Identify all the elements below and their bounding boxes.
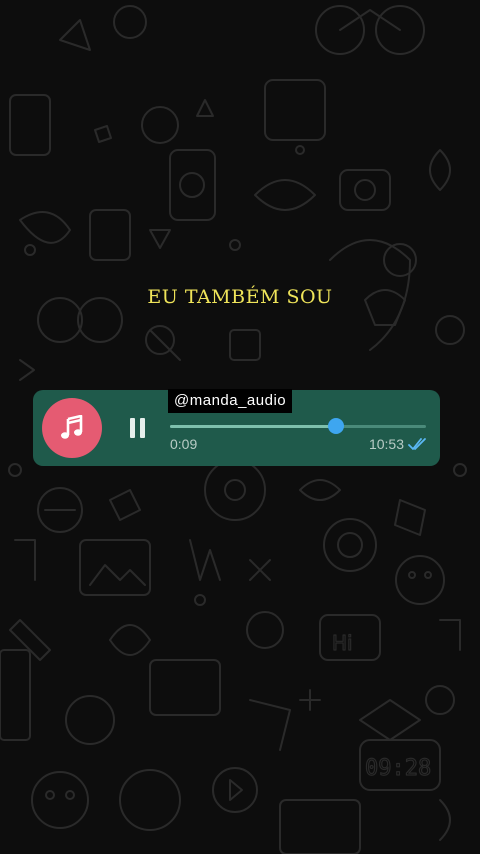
audio-progress-track[interactable] [170, 418, 426, 434]
music-note-icon [61, 415, 83, 439]
pause-icon [130, 418, 145, 438]
double-check-read-icon [408, 438, 426, 450]
audio-progress-fill [170, 425, 337, 428]
story-screen: Hi 09:28 EU TAMBÉM SOU 0:09 10:53 @manda… [0, 0, 480, 854]
audio-progress-thumb[interactable] [328, 418, 345, 434]
story-caption: EU TAMBÉM SOU [147, 286, 333, 308]
message-timestamp: 10:53 [368, 436, 404, 452]
audio-elapsed-time: 0:09 [170, 436, 198, 452]
svg-text:09:28: 09:28 [365, 756, 431, 781]
username-tag: @manda_audio [168, 389, 293, 413]
pause-button[interactable] [125, 416, 151, 440]
svg-text:Hi: Hi [332, 631, 353, 655]
audio-avatar [42, 398, 102, 458]
